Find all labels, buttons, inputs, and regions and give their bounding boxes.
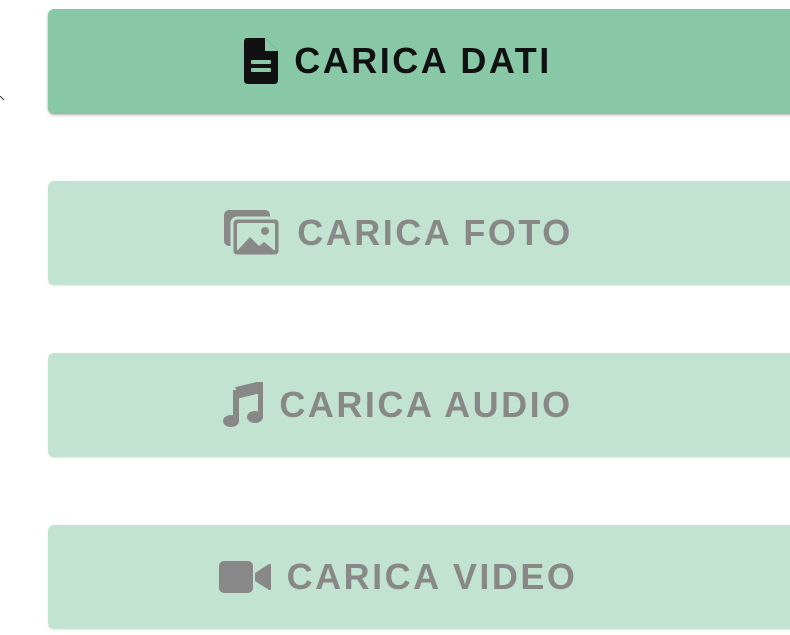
photo-gallery-icon [223,209,282,257]
upload-photo-label: CARICA FOTO [297,212,573,253]
file-document-icon [244,38,279,84]
music-note-icon [223,382,264,428]
upload-data-label: CARICA DATI [294,40,552,81]
upload-audio-label: CARICA AUDIO [279,384,573,425]
upload-audio-button[interactable]: CARICA AUDIO [48,353,790,457]
video-camera-icon [218,561,271,593]
upload-video-button[interactable]: CARICA VIDEO [48,525,790,629]
upload-data-button[interactable]: CARICA DATI [48,9,790,113]
upload-video-label: CARICA VIDEO [286,556,578,597]
edge-mark [0,96,5,101]
upload-panel: CARICA DATI CARICA FOTO CARICA AUDIO CAR… [0,0,790,635]
upload-photo-button[interactable]: CARICA FOTO [48,181,790,285]
